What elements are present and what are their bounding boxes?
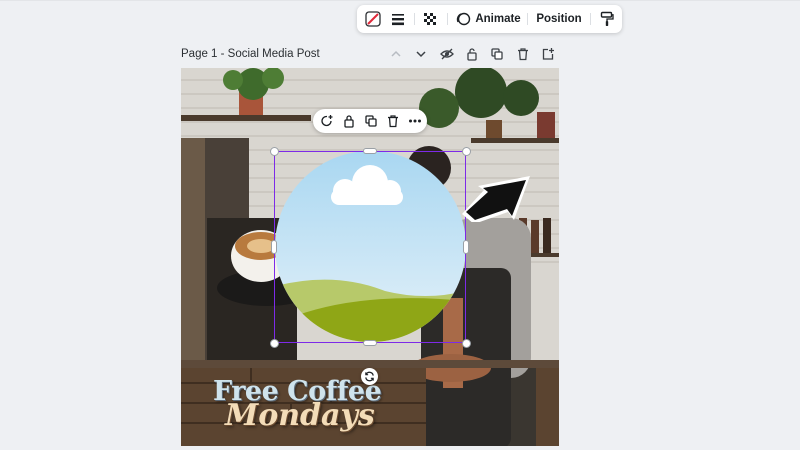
border-lines-icon xyxy=(392,14,404,26)
trash-icon xyxy=(518,48,528,61)
more-icon xyxy=(409,119,421,123)
animate-label: Animate xyxy=(475,13,521,25)
resize-handle-left[interactable] xyxy=(271,240,277,254)
resize-handle-bottom[interactable] xyxy=(363,340,377,346)
animate-button[interactable]: Animate xyxy=(455,9,521,29)
rotate-handle[interactable] xyxy=(361,368,378,385)
selection-outline xyxy=(274,151,466,343)
toolbar-divider xyxy=(590,13,591,25)
hide-page-button[interactable] xyxy=(439,46,455,62)
resize-handle-top-right[interactable] xyxy=(462,147,471,156)
add-comment-button[interactable] xyxy=(319,113,335,129)
move-page-up-button[interactable] xyxy=(388,46,404,62)
position-button[interactable]: Position xyxy=(535,9,583,29)
page-toolbar xyxy=(388,46,558,62)
duplicate-page-button[interactable] xyxy=(489,46,505,62)
resize-handle-right[interactable] xyxy=(463,240,469,254)
move-page-down-button[interactable] xyxy=(413,46,429,62)
element-context-menu xyxy=(313,109,427,133)
copy-style-button[interactable] xyxy=(597,9,617,29)
resize-handle-bottom-left[interactable] xyxy=(270,339,279,348)
checkerboard-icon xyxy=(424,13,436,25)
toolbar-divider xyxy=(414,13,415,25)
chevron-down-icon xyxy=(416,51,426,58)
no-color-icon xyxy=(365,11,381,27)
position-label: Position xyxy=(536,13,582,25)
add-page-icon xyxy=(542,48,554,60)
toolbar-divider xyxy=(447,13,448,25)
duplicate-icon xyxy=(365,115,377,127)
delete-element-button[interactable] xyxy=(385,113,401,129)
element-toolbar: Animate Position xyxy=(357,5,622,33)
hide-icon xyxy=(440,48,454,60)
resize-handle-top[interactable] xyxy=(363,148,377,154)
pointer-arrow-icon xyxy=(462,176,530,222)
lock-element-button[interactable] xyxy=(341,113,357,129)
resize-handle-top-left[interactable] xyxy=(270,147,279,156)
more-options-button[interactable] xyxy=(407,113,423,129)
trash-icon xyxy=(388,115,398,128)
transparency-button[interactable] xyxy=(420,9,440,29)
design-subline[interactable]: Mondays xyxy=(225,398,425,433)
toolbar-divider xyxy=(527,13,528,25)
animate-icon xyxy=(457,12,471,26)
lock-page-button[interactable] xyxy=(464,46,480,62)
comment-icon xyxy=(321,115,333,127)
page-title: Page 1 - Social Media Post xyxy=(181,48,320,60)
color-none-button[interactable] xyxy=(363,9,383,29)
top-divider xyxy=(0,0,800,1)
duplicate-icon xyxy=(491,48,503,60)
paint-roller-icon xyxy=(600,11,614,26)
border-style-button[interactable] xyxy=(388,9,408,29)
rotate-icon xyxy=(365,371,374,382)
chevron-up-icon xyxy=(391,50,401,57)
resize-handle-bottom-right[interactable] xyxy=(462,339,471,348)
delete-page-button[interactable] xyxy=(515,46,531,62)
lock-icon xyxy=(467,48,477,61)
duplicate-element-button[interactable] xyxy=(363,113,379,129)
lock-icon xyxy=(344,115,354,128)
add-page-button[interactable] xyxy=(540,46,556,62)
